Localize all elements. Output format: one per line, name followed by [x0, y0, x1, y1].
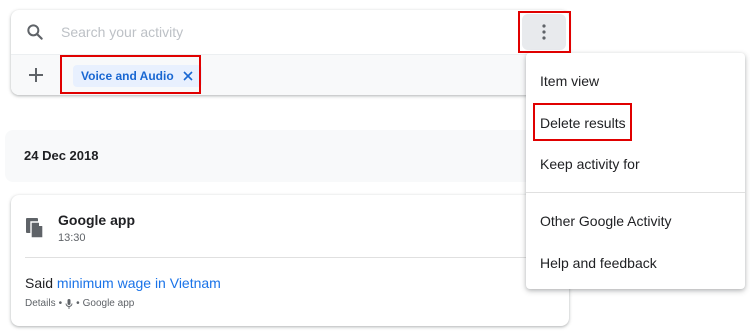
query-link[interactable]: minimum wage in Vietnam — [57, 275, 221, 291]
activity-title: Said minimum wage in Vietnam — [25, 275, 221, 291]
divider — [25, 257, 555, 258]
details-link[interactable]: Details — [25, 298, 56, 309]
separator: • — [58, 298, 63, 309]
menu-item-item-view[interactable]: Item view — [540, 73, 599, 89]
more-options-menu: Item view Delete results Keep activity f… — [526, 53, 745, 289]
menu-divider — [526, 192, 745, 193]
filter-chip-label: Voice and Audio — [81, 69, 174, 83]
menu-item-help-feedback[interactable]: Help and feedback — [540, 255, 657, 271]
close-icon[interactable] — [182, 70, 194, 82]
date-label: 24 Dec 2018 — [24, 148, 99, 163]
menu-item-delete-results[interactable]: Delete results — [540, 115, 626, 131]
search-bar — [11, 10, 569, 54]
search-input[interactable] — [61, 22, 481, 42]
activity-details: Details • • Google app — [25, 298, 134, 309]
menu-item-keep-activity[interactable]: Keep activity for — [540, 156, 640, 172]
mic-icon — [65, 298, 73, 309]
activity-time: 13:30 — [58, 232, 86, 244]
activity-card[interactable]: Google app 13:30 Said minimum wage in Vi… — [11, 195, 569, 326]
source-label: Google app — [82, 298, 135, 309]
separator: • — [76, 298, 80, 309]
search-icon[interactable] — [25, 22, 45, 42]
more-vert-icon — [542, 24, 546, 40]
more-options-button[interactable] — [522, 14, 566, 50]
google-app-icon — [26, 218, 44, 239]
filter-row: Voice and Audio — [11, 54, 569, 95]
filter-chip-voice-audio[interactable]: Voice and Audio — [73, 65, 202, 87]
date-group-header: 24 Dec 2018 — [5, 130, 570, 182]
menu-item-other-activity[interactable]: Other Google Activity — [540, 213, 672, 229]
product-name: Google app — [58, 212, 135, 228]
add-filter-icon[interactable] — [24, 63, 48, 87]
said-prefix: Said — [25, 275, 54, 291]
search-card: Voice and Audio — [11, 10, 569, 95]
